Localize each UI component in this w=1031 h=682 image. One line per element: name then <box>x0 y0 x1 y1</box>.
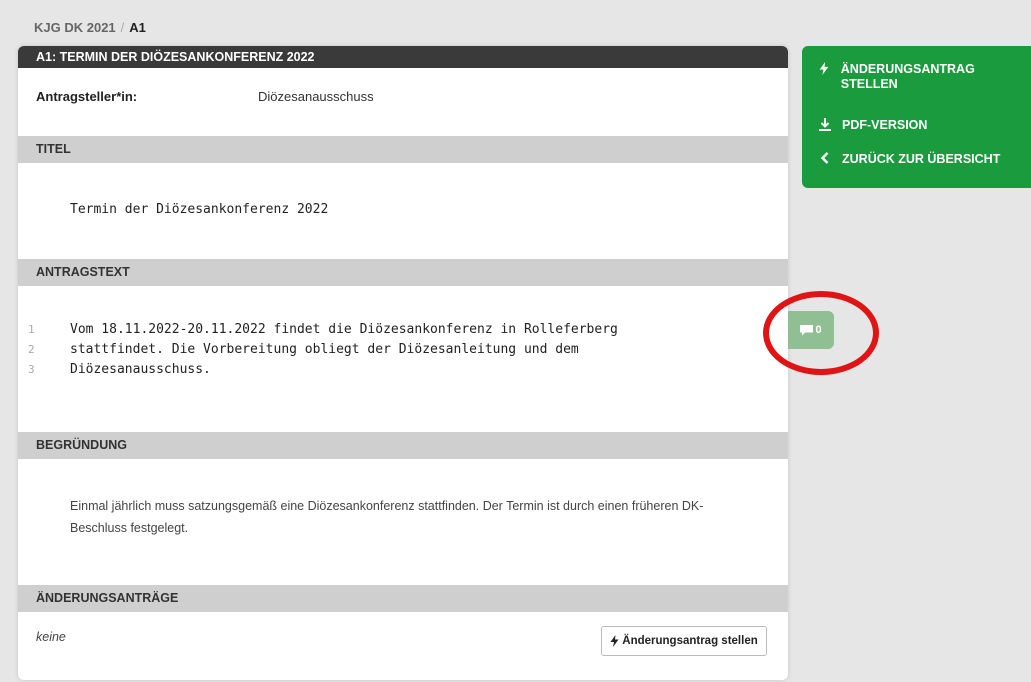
highlight-circle <box>763 291 879 375</box>
bolt-icon <box>818 62 831 92</box>
motion-line: 2 stattfindet. Die Vorbereitung obliegt … <box>18 340 778 360</box>
motion-line: 1 Vom 18.11.2022-20.11.2022 findet die D… <box>18 320 778 340</box>
sidebar-item-label: ZURÜCK ZUR ÜBERSICHT <box>842 152 1001 166</box>
line-number: 3 <box>28 363 35 376</box>
breadcrumb-separator: / <box>120 20 125 35</box>
sidebar-item-back[interactable]: ZURÜCK ZUR ÜBERSICHT <box>818 152 1000 167</box>
breadcrumb-current: A1 <box>129 20 146 35</box>
create-amendment-label: Änderungsantrag stellen <box>622 635 758 647</box>
applicant-label: Antragsteller*in: <box>36 89 138 104</box>
breadcrumb: KJG DK 2021 / A1 <box>34 20 146 35</box>
title-section-header: TITEL <box>18 136 788 163</box>
sidebar-item-pdf[interactable]: PDF-VERSION <box>818 118 927 134</box>
action-sidebar: ÄNDERUNGSANTRAG STELLEN PDF-VERSION ZURÜ… <box>802 46 1031 188</box>
reason-text: Einmal jährlich muss satzungsgemäß eine … <box>70 499 704 535</box>
bolt-icon <box>610 635 619 647</box>
line-number: 1 <box>28 323 35 336</box>
sidebar-item-label: ÄNDERUNGSANTRAG STELLEN <box>840 62 975 91</box>
motion-section-body: 1 Vom 18.11.2022-20.11.2022 findet die D… <box>18 286 788 432</box>
title-text: Termin der Diözesankonferenz 2022 <box>70 202 329 217</box>
amendments-none-text: keine <box>36 630 66 644</box>
sidebar-item-label: PDF-VERSION <box>842 118 928 132</box>
sidebar-item-create-amendment[interactable]: ÄNDERUNGSANTRAG STELLEN <box>818 62 1018 92</box>
title-section-body: Termin der Diözesankonferenz 2022 <box>18 163 788 259</box>
line-text[interactable]: stattfindet. Die Vorbereitung obliegt de… <box>70 340 579 360</box>
amendments-section-header: ÄNDERUNGSANTRÄGE <box>18 585 788 612</box>
create-amendment-button[interactable]: Änderungsantrag stellen <box>601 626 767 656</box>
amendments-section-body: keine Änderungsantrag stellen <box>18 612 788 680</box>
chevron-left-icon <box>818 152 832 167</box>
download-icon <box>818 118 832 134</box>
breadcrumb-parent[interactable]: KJG DK 2021 <box>34 20 116 35</box>
reason-section-header: BEGRÜNDUNG <box>18 432 788 459</box>
reason-section-body: Einmal jährlich muss satzungsgemäß eine … <box>18 459 788 585</box>
motion-section-header: ANTRAGSTEXT <box>18 259 788 286</box>
line-text[interactable]: Vom 18.11.2022-20.11.2022 findet die Diö… <box>70 320 618 340</box>
applicant-row: Antragsteller*in: Diözesanausschuss <box>18 68 788 136</box>
applicant-value: Diözesanausschuss <box>258 89 374 104</box>
motion-line: 3 Diözesanausschuss. <box>18 360 778 380</box>
line-text[interactable]: Diözesanausschuss. <box>70 360 211 380</box>
line-number: 2 <box>28 343 35 356</box>
motion-card: A1: TERMIN DER DIÖZESANKONFERENZ 2022 An… <box>18 46 788 680</box>
motion-title-header: A1: TERMIN DER DIÖZESANKONFERENZ 2022 <box>18 46 788 68</box>
